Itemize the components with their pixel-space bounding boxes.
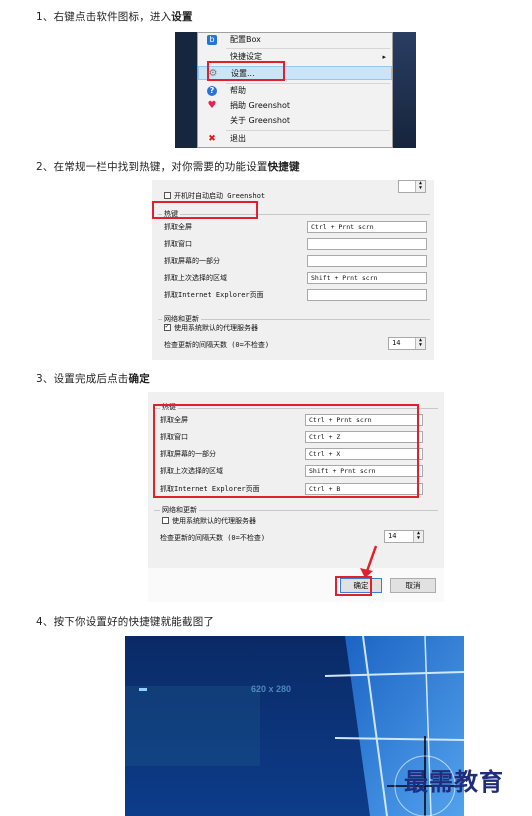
hotkey-input-last-region[interactable]: Shift + Prnt scrn	[307, 272, 427, 284]
step-number: 3、	[36, 373, 54, 385]
step-text: 设置完成后点击	[53, 373, 129, 385]
highlight-settings-box	[207, 61, 285, 81]
watermark-text: 最需教育	[404, 767, 504, 796]
heart-icon: ♥	[207, 100, 217, 111]
cancel-button[interactable]: 取消	[390, 578, 436, 593]
menu-item-config-box[interactable]: b 配置Box	[198, 33, 392, 47]
hotkey-input-ie[interactable]	[307, 289, 427, 301]
proxy-checkbox[interactable]	[162, 517, 169, 524]
autostart-checkbox[interactable]	[164, 192, 171, 199]
step-number: 1、	[36, 11, 54, 23]
autostart-label: 开机时自动启动 Greenshot	[174, 192, 266, 200]
step-bold-text: 快捷键	[267, 161, 300, 173]
hotkey-label-last-region: 抓取上次选择的区域	[164, 274, 227, 282]
close-icon: ✖	[208, 134, 216, 144]
step-text: 在常规一栏中找到热键，对你需要的功能设置	[53, 161, 268, 173]
update-interval-label: 检查更新的间隔天数 (0=不检查)	[160, 534, 266, 542]
proxy-label: 使用系统默认的代理服务器	[172, 517, 256, 525]
menu-item-donate[interactable]: ♥ 捐助 Greenshot	[198, 99, 392, 113]
selection-size-label: 620 x 280	[251, 684, 292, 694]
hotkey-label-fullscreen: 抓取全屏	[164, 223, 192, 231]
tray-context-menu-screenshot: b 配置Box 快捷设定 ▸ ⚙ 设置... ? 帮助 ♥ 捐助 Greensh…	[175, 32, 416, 148]
top-spin-stub: ▲ ▼	[398, 180, 426, 193]
update-interval-value: 14	[392, 339, 401, 347]
step-number: 2、	[36, 161, 54, 173]
menu-label: 关于 Greenshot	[230, 116, 291, 125]
step-2-heading: 2、在常规一栏中找到热键，对你需要的功能设置快捷键	[36, 159, 300, 174]
step-3-heading: 3、设置完成后点击确定	[36, 371, 150, 386]
highlight-hotkeys-box	[152, 201, 258, 219]
menu-item-exit[interactable]: ✖ 退出	[198, 132, 392, 146]
highlight-hotkey-fields-box	[153, 404, 419, 498]
hotkey-input-region[interactable]	[307, 255, 427, 267]
hotkey-label-ie: 抓取Internet Explorer页面	[164, 291, 264, 299]
update-interval-spinner[interactable]: 14 ▲ ▼	[388, 337, 426, 350]
hotkey-input-fullscreen[interactable]: Ctrl + Prnt scrn	[307, 221, 427, 233]
step-bold-text: 设置	[171, 11, 193, 23]
update-interval-value: 14	[388, 532, 397, 540]
hotkey-label-region: 抓取屏幕的一部分	[164, 257, 220, 265]
help-icon: ?	[207, 86, 217, 96]
submenu-arrow-icon: ▸	[382, 53, 386, 61]
hotkey-label-window: 抓取窗口	[164, 240, 192, 248]
proxy-label: 使用系统默认的代理服务器	[174, 324, 258, 332]
box-icon: b	[207, 35, 217, 45]
menu-label: 退出	[230, 134, 246, 143]
menu-label: 帮助	[230, 86, 246, 95]
proxy-checkbox[interactable]	[164, 322, 171, 331]
step-1-heading: 1、右键点击软件图标，进入设置	[36, 9, 193, 24]
menu-label: 配置Box	[230, 35, 261, 44]
update-interval-label: 检查更新的间隔天数 (0=不检查)	[164, 341, 270, 349]
hotkey-input-window[interactable]	[307, 238, 427, 250]
menu-item-about[interactable]: 关于 Greenshot	[198, 114, 392, 128]
menu-label: 捐助 Greenshot	[230, 101, 291, 110]
network-group-title: 网络和更新	[160, 505, 199, 515]
update-interval-spinner[interactable]: 14 ▲ ▼	[384, 530, 424, 543]
red-arrow-icon	[360, 545, 378, 578]
context-menu: b 配置Box 快捷设定 ▸ ⚙ 设置... ? 帮助 ♥ 捐助 Greensh…	[197, 32, 393, 148]
step-bold-text: 确定	[128, 373, 150, 385]
step-text: 按下你设置好的快捷键就能截图了	[53, 616, 215, 628]
menu-item-help[interactable]: ? 帮助	[198, 84, 392, 98]
step-4-heading: 4、按下你设置好的快捷键就能截图了	[36, 614, 214, 629]
step-text: 右键点击软件图标，进入	[53, 11, 172, 23]
step-number: 4、	[36, 616, 54, 628]
